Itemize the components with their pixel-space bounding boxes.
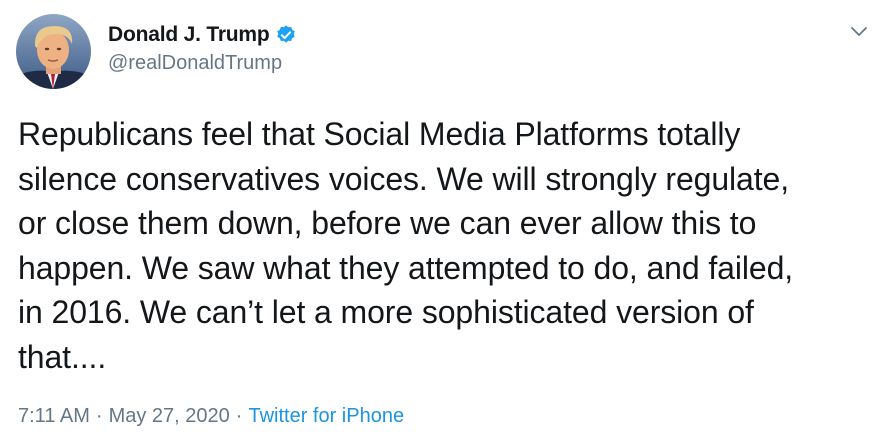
- tweet-meta: 7:11 AM · May 27, 2020 · Twitter for iPh…: [18, 405, 404, 428]
- name-row: Donald J. Trump: [108, 22, 297, 48]
- tweet-time[interactable]: 7:11 AM: [18, 405, 90, 428]
- display-name[interactable]: Donald J. Trump: [108, 23, 270, 47]
- verified-badge-icon: [275, 24, 297, 46]
- meta-separator: ·: [235, 405, 243, 427]
- user-info: Donald J. Trump @realDonaldTrump: [108, 22, 297, 75]
- user-handle[interactable]: @realDonaldTrump: [108, 52, 297, 75]
- meta-separator: ·: [95, 405, 103, 427]
- tweet-date[interactable]: May 27, 2020: [109, 405, 230, 428]
- tweet-text: Republicans feel that Social Media Platf…: [18, 116, 794, 375]
- avatar-image: [16, 14, 91, 89]
- tweet-card: Donald J. Trump @realDonaldTrump Republi…: [0, 0, 888, 446]
- chevron-down-icon[interactable]: [848, 20, 870, 42]
- tweet-source-link[interactable]: Twitter for iPhone: [248, 405, 404, 428]
- avatar[interactable]: [16, 14, 91, 89]
